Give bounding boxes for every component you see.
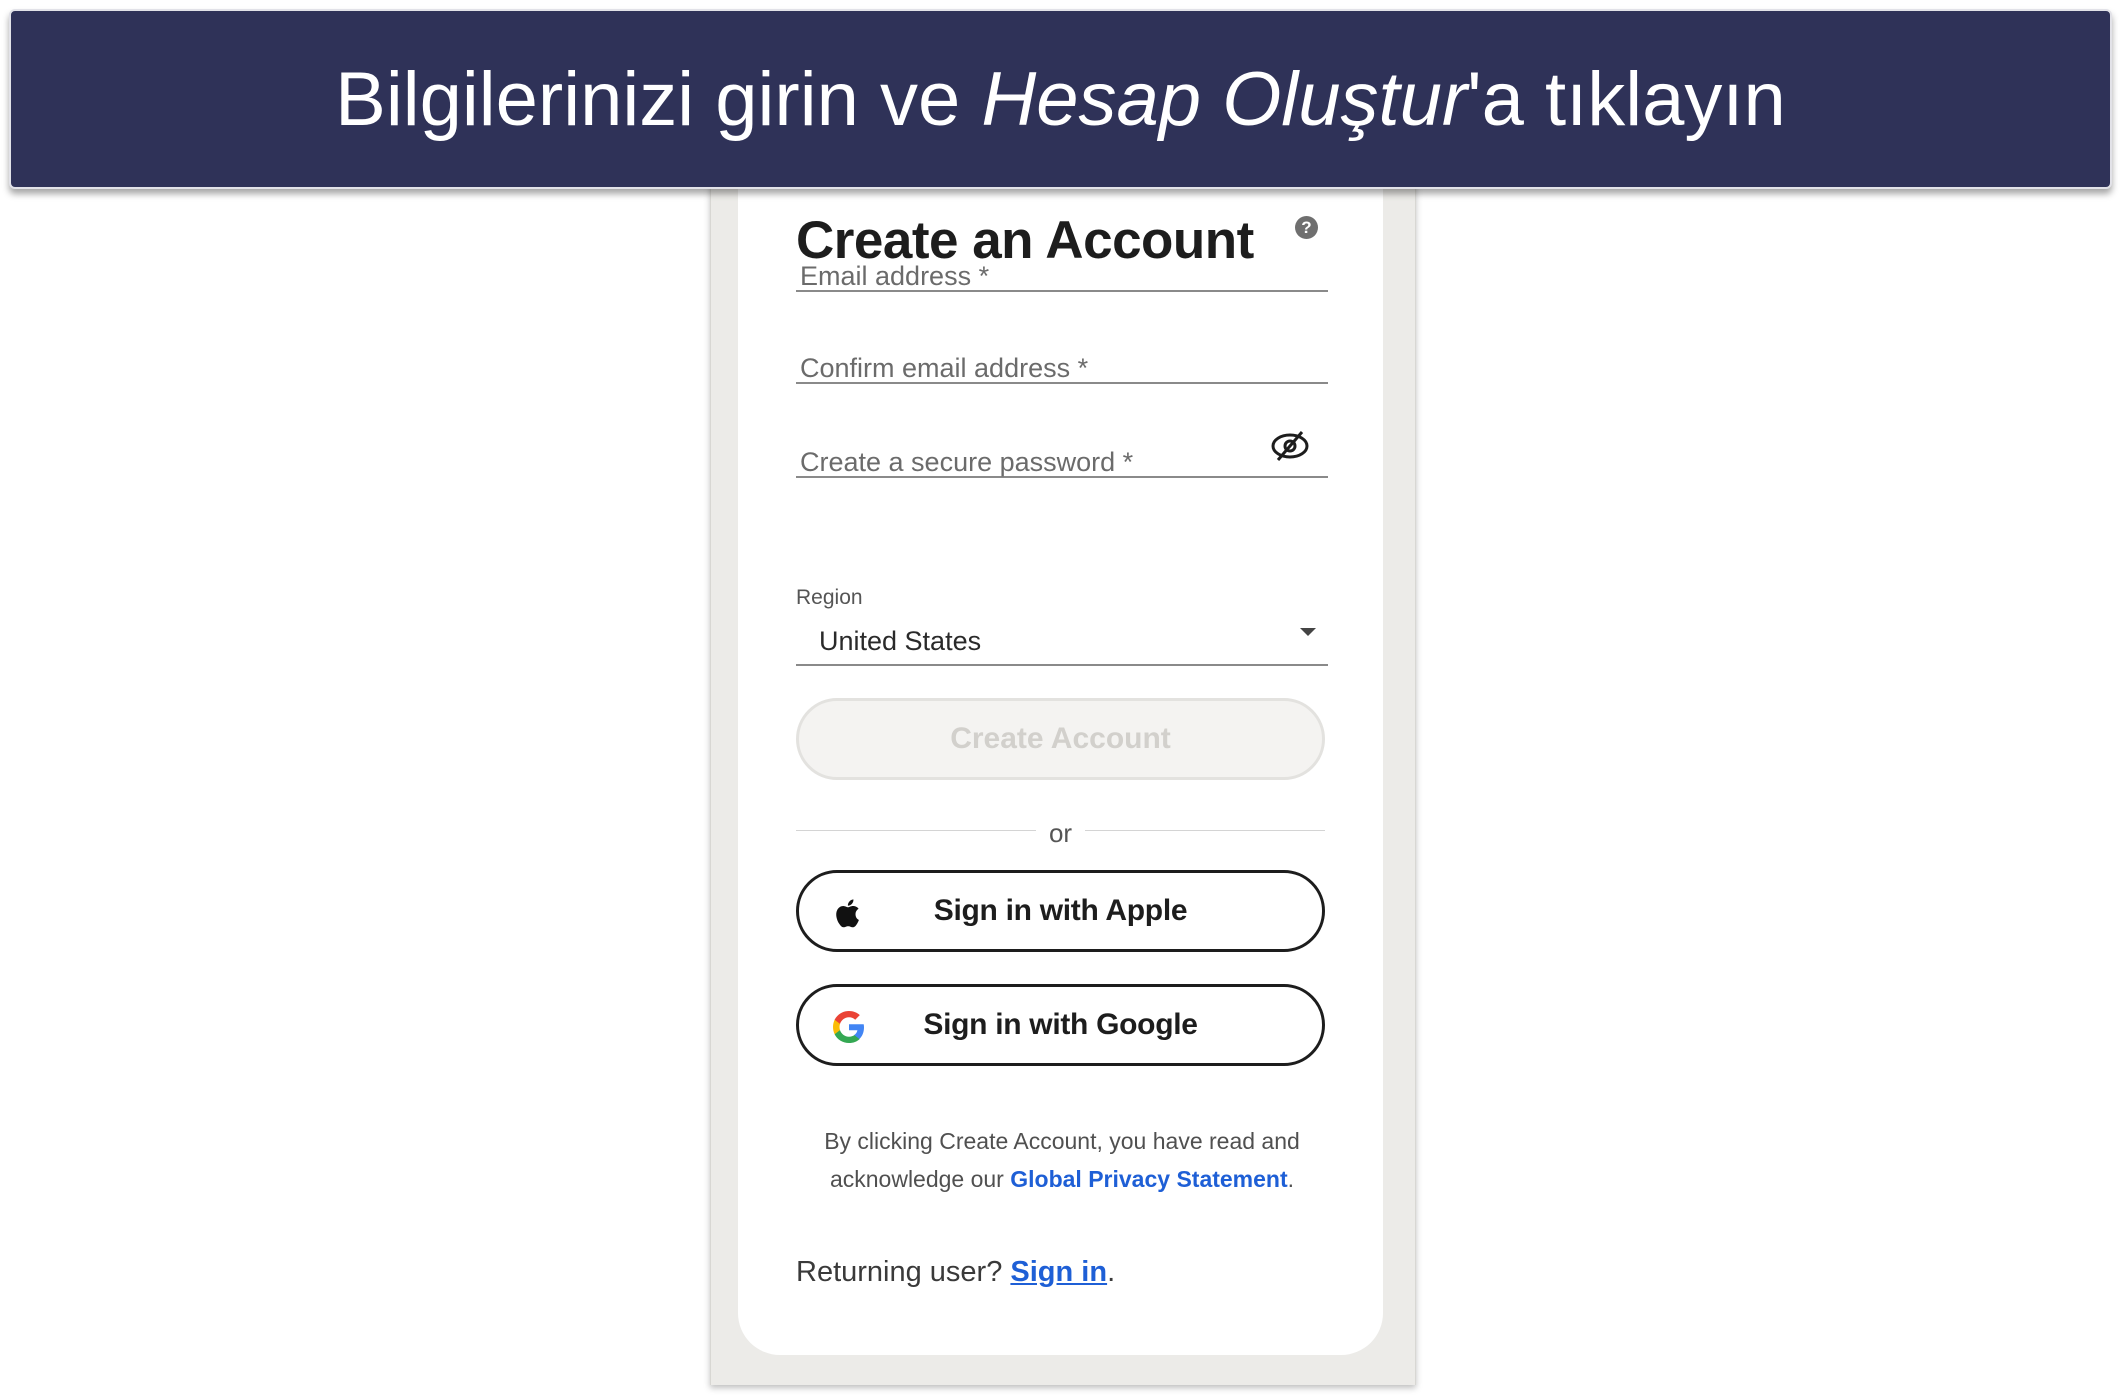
privacy-statement-link[interactable]: Global Privacy Statement — [1010, 1166, 1287, 1192]
confirm-email-placeholder: Confirm email address * — [800, 353, 1089, 383]
returning-end: . — [1107, 1256, 1116, 1288]
email-field[interactable]: Email address * ? — [796, 216, 1328, 292]
legal-end: . — [1287, 1166, 1295, 1192]
sign-in-link[interactable]: Sign in — [1010, 1256, 1107, 1288]
password-field[interactable]: Create a secure password * — [796, 431, 1328, 478]
password-placeholder: Create a secure password * — [800, 447, 1134, 477]
email-placeholder: Email address * — [800, 261, 990, 291]
or-divider: or — [796, 818, 1325, 848]
sign-in-apple-button[interactable]: Sign in with Apple — [796, 870, 1325, 952]
banner-emphasis: Hesap Oluştur — [981, 56, 1468, 142]
create-account-button[interactable]: Create Account — [796, 698, 1325, 780]
returning-text: Returning user? — [796, 1256, 1011, 1288]
divider-line-right — [1085, 830, 1325, 831]
signup-card: Create an Account Email address * ? Conf… — [738, 180, 1383, 1355]
region-value: United States — [819, 626, 982, 656]
confirm-email-field[interactable]: Confirm email address * — [796, 342, 1328, 384]
apple-button-label: Sign in with Apple — [933, 894, 1188, 927]
region-select[interactable]: United States — [796, 608, 1328, 666]
instruction-banner: Bilgilerinizi girin ve Hesap Oluştur'a t… — [9, 9, 2112, 189]
returning-user: Returning user? Sign in. — [796, 1256, 1115, 1289]
apple-icon — [836, 899, 859, 928]
region-label: Region — [796, 586, 863, 609]
banner-text: Bilgilerinizi girin ve Hesap Oluştur'a t… — [335, 56, 1786, 142]
google-icon — [833, 1011, 864, 1043]
legal-notice: By clicking Create Account, you have rea… — [796, 1122, 1328, 1198]
google-button-label: Sign in with Google — [923, 1008, 1198, 1041]
sign-in-google-button[interactable]: Sign in with Google — [796, 984, 1325, 1066]
eye-slash-icon[interactable] — [1270, 428, 1310, 464]
chevron-down-icon — [1300, 628, 1316, 636]
page-frame: Create an Account Email address * ? Conf… — [710, 180, 1416, 1385]
question-circle-icon[interactable]: ? — [1295, 216, 1318, 239]
divider-text: or — [1048, 818, 1073, 848]
